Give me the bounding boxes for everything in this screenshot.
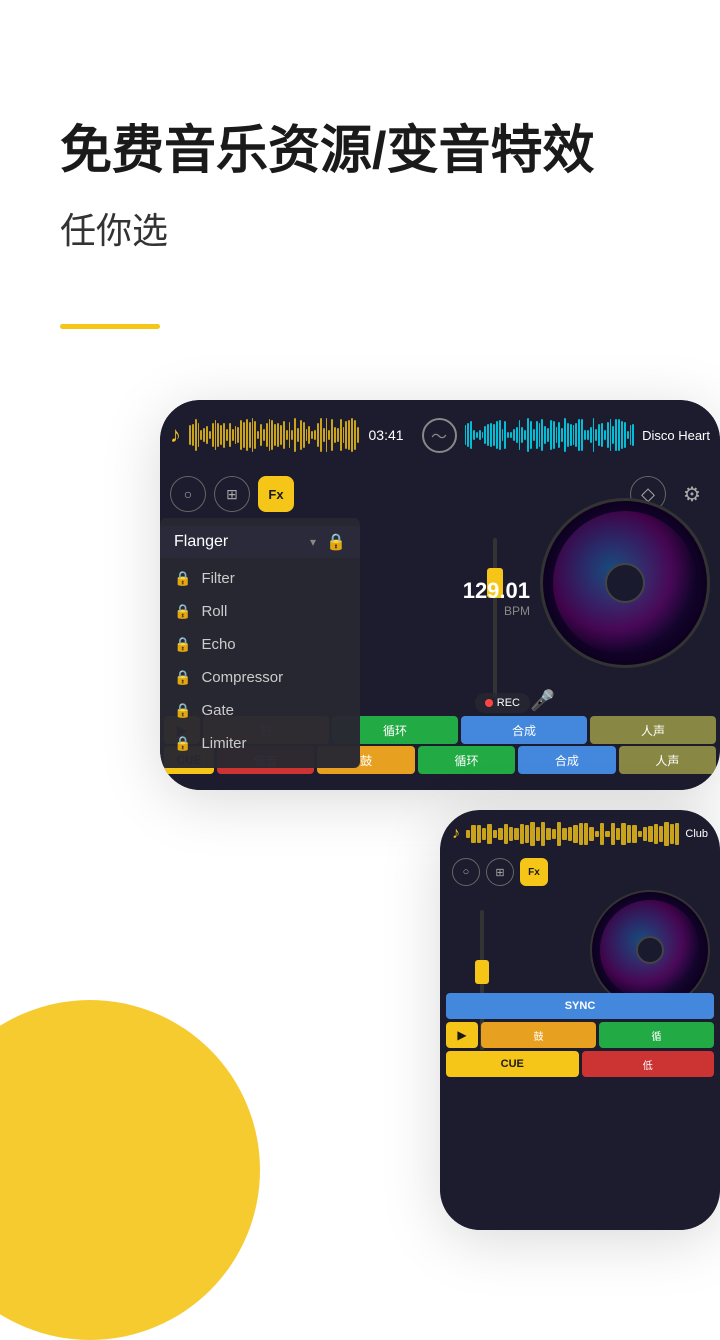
fx-item-label-filter: Filter: [201, 570, 234, 587]
dj2-waveform: [466, 820, 679, 848]
pad-synth-2[interactable]: 合成: [518, 746, 615, 774]
fx-item-lock-6: 🔒: [174, 735, 191, 752]
fx-item-lock-5: 🔒: [174, 702, 191, 719]
fx-item-label-limiter: Limiter: [201, 735, 246, 752]
dj2-pad-3[interactable]: 低: [582, 1051, 715, 1077]
disc-inner: [605, 563, 645, 603]
dj-app-screen-2: ♪ Club ○ ⊞ Fx: [440, 810, 720, 1230]
fx-item-lock-1: 🔒: [174, 570, 191, 587]
dj2-disc-outer: [590, 890, 710, 1010]
fx-item-label-echo: Echo: [201, 636, 235, 653]
dj2-main-area: SYNC ▶ 鼓 循 CUE 低: [440, 890, 720, 1090]
phone-mockup-2: ♪ Club ○ ⊞ Fx: [440, 810, 720, 1230]
waveform-left: [189, 415, 359, 455]
time-display: 03:41: [359, 427, 414, 443]
fx-item-label-roll: Roll: [201, 603, 227, 620]
fx-item-echo[interactable]: 🔒 Echo: [160, 628, 360, 661]
header-section: 免费音乐资源/变音特效 任你选: [0, 0, 720, 294]
dj2-pad-1[interactable]: 鼓: [481, 1022, 596, 1048]
yellow-circle-decoration: [0, 1000, 260, 1340]
mic-icon[interactable]: 🎤: [530, 688, 555, 713]
fx-lock-icon: 🔒: [326, 532, 346, 552]
music-note-icon: ♪: [170, 422, 181, 448]
main-title: 免费音乐资源/变音特效: [60, 120, 660, 182]
dj2-pads: SYNC ▶ 鼓 循 CUE 低: [440, 993, 720, 1080]
disc-outer: [540, 498, 710, 668]
fx-item-roll[interactable]: 🔒 Roll: [160, 595, 360, 628]
fx-selected-text: Flanger: [174, 533, 304, 551]
dj2-sync-button[interactable]: SYNC: [446, 993, 714, 1019]
rec-dot: [485, 699, 493, 707]
dj-main-area: Flanger ▾ 🔒 🔒 Filter 🔒 Roll 🔒 Echo: [160, 518, 720, 778]
track-name-right: Disco Heart: [634, 428, 710, 443]
dj2-play-button[interactable]: ▶: [446, 1022, 478, 1048]
yellow-separator: [60, 324, 160, 329]
fx-item-compressor[interactable]: 🔒 Compressor: [160, 661, 360, 694]
pad-vocal[interactable]: 人声: [590, 716, 716, 744]
dj2-pad-row-2: ▶ 鼓 循: [446, 1022, 714, 1048]
fx-item-label-compressor: Compressor: [201, 669, 283, 686]
fx-selected-item[interactable]: Flanger ▾ 🔒: [160, 526, 360, 558]
turntable[interactable]: [540, 498, 710, 668]
dj2-fader-handle[interactable]: [475, 960, 489, 984]
circle-control-btn[interactable]: ○: [170, 476, 206, 512]
fx-item-limiter[interactable]: 🔒 Limiter: [160, 727, 360, 760]
dj2-pad-row-1: SYNC: [446, 993, 714, 1019]
fx-item-gate[interactable]: 🔒 Gate: [160, 694, 360, 727]
dj-top-bar: ♪ 03:41 〜 Disco Heart: [160, 400, 720, 470]
dj2-controls-row: ○ ⊞ Fx: [440, 854, 720, 890]
fx-item-lock-4: 🔒: [174, 669, 191, 686]
rec-text: REC: [497, 697, 520, 709]
pad-vocal-2[interactable]: 人声: [619, 746, 716, 774]
waveform-right: [465, 415, 635, 455]
dj2-top-bar: ♪ Club: [440, 810, 720, 854]
dj-screen-1: ♪ 03:41 〜 Disco Heart ○ ⊞ Fx ◇ ⚙: [160, 400, 720, 790]
bpm-label: BPM: [463, 604, 530, 618]
dj2-fx-button[interactable]: Fx: [520, 858, 548, 886]
equalizer-control-btn[interactable]: ⊞: [214, 476, 250, 512]
sub-title: 任你选: [60, 202, 660, 254]
dj2-music-note-icon: ♪: [452, 825, 460, 843]
bpm-number: 129.01: [463, 578, 530, 604]
fx-item-filter[interactable]: 🔒 Filter: [160, 562, 360, 595]
vertical-fader[interactable]: [480, 518, 510, 718]
dj2-eq-btn[interactable]: ⊞: [486, 858, 514, 886]
dj2-cue-button[interactable]: CUE: [446, 1051, 579, 1077]
fx-item-lock-3: 🔒: [174, 636, 191, 653]
bpm-display: 129.01 BPM: [463, 578, 530, 618]
dj2-disc-inner: [636, 936, 664, 964]
fx-item-lock-2: 🔒: [174, 603, 191, 620]
dj2-track-label: Club: [685, 828, 708, 840]
fx-item-label-gate: Gate: [201, 702, 234, 719]
dj2-pad-row-3: CUE 低: [446, 1051, 714, 1077]
fx-dropdown-arrow: ▾: [310, 535, 316, 549]
pad-loop-2[interactable]: 循环: [418, 746, 515, 774]
fader-track: [493, 538, 497, 698]
rec-button[interactable]: REC: [475, 693, 530, 713]
heartbeat-icon: 〜: [422, 418, 457, 453]
fx-dropdown-panel: Flanger ▾ 🔒 🔒 Filter 🔒 Roll 🔒 Echo: [160, 518, 360, 768]
pad-synth[interactable]: 合成: [461, 716, 587, 744]
dj-app-screen: ♪ 03:41 〜 Disco Heart ○ ⊞ Fx ◇ ⚙: [160, 400, 720, 790]
phone-mockup-1: ♪ 03:41 〜 Disco Heart ○ ⊞ Fx ◇ ⚙: [160, 400, 720, 790]
dj2-turntable[interactable]: [590, 890, 710, 1010]
dj-screen-2: ♪ Club ○ ⊞ Fx: [440, 810, 720, 1230]
dj2-circle-btn[interactable]: ○: [452, 858, 480, 886]
dj2-pad-2[interactable]: 循: [599, 1022, 714, 1048]
fx-button[interactable]: Fx: [258, 476, 294, 512]
